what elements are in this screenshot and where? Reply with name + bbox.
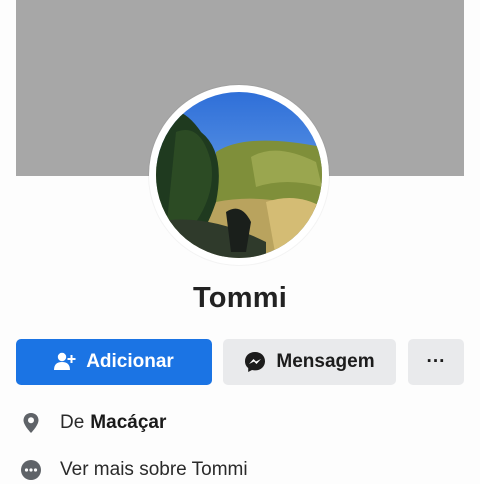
see-more-about-label: Ver mais sobre Tommi bbox=[60, 459, 248, 480]
ellipsis-circle-icon bbox=[18, 459, 44, 481]
profile-name: Tommi bbox=[193, 282, 287, 314]
location-pin-icon bbox=[18, 412, 44, 434]
hometown-prefix: De bbox=[60, 412, 85, 433]
message-label: Mensagem bbox=[276, 351, 375, 372]
avatar-photo bbox=[156, 92, 322, 258]
more-options-label: ··· bbox=[426, 351, 446, 372]
messenger-icon bbox=[244, 351, 266, 373]
profile-picture[interactable] bbox=[149, 85, 329, 265]
hometown-place[interactable]: Macáçar bbox=[90, 412, 166, 434]
hometown-row: De Macáçar bbox=[18, 409, 166, 437]
add-friend-button[interactable]: Adicionar bbox=[16, 339, 212, 385]
message-button[interactable]: Mensagem bbox=[223, 339, 396, 385]
avatar bbox=[156, 92, 322, 258]
add-friend-label: Adicionar bbox=[86, 351, 174, 372]
more-options-button[interactable]: ··· bbox=[408, 339, 464, 385]
add-friend-icon bbox=[54, 352, 76, 372]
